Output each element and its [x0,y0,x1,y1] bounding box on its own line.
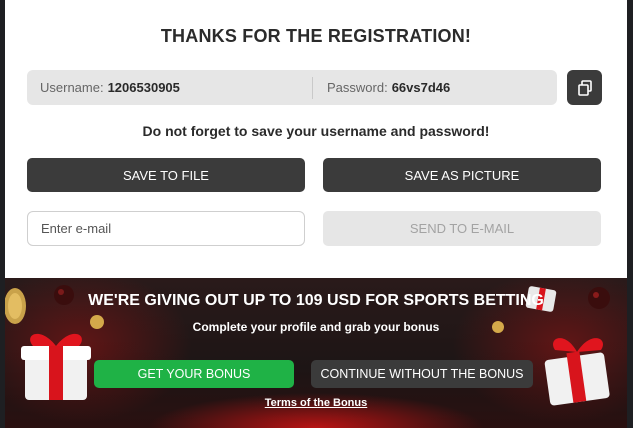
copy-icon [577,79,592,96]
password-label: Password: [327,80,388,95]
terms-of-bonus-link[interactable]: Terms of the Bonus [5,397,627,409]
page-title: THANKS FOR THE REGISTRATION! [160,26,472,46]
email-input[interactable] [27,211,305,246]
get-bonus-button[interactable]: GET YOUR BONUS [94,360,294,388]
username-label: Username: [40,80,104,95]
password-value: 66vs7d46 [391,80,451,95]
save-as-picture-button[interactable]: SAVE AS PICTURE [323,158,601,192]
username-field: Username: 1206530905 [27,76,313,99]
save-credentials-notice: Do not forget to save your username and … [142,123,490,139]
username-value: 1206530905 [107,80,180,95]
registration-panel: THANKS FOR THE REGISTRATION! Username: 1… [5,0,627,278]
copy-credentials-button[interactable] [567,70,602,105]
credentials-box: Username: 1206530905 Password: 66vs7d46 [27,70,557,105]
continue-without-bonus-button[interactable]: CONTINUE WITHOUT THE BONUS [311,360,533,388]
save-to-file-button[interactable]: SAVE TO FILE [27,158,305,192]
bonus-promo-banner: WE'RE GIVING OUT UP TO 109 USD FOR SPORT… [5,278,627,428]
promo-subtitle: Complete your profile and grab your bonu… [192,320,440,334]
password-field: Password: 66vs7d46 [313,70,450,105]
promo-title: WE'RE GIVING OUT UP TO 109 USD FOR SPORT… [88,292,544,309]
send-to-email-button[interactable]: SEND TO E-MAIL [323,211,601,246]
